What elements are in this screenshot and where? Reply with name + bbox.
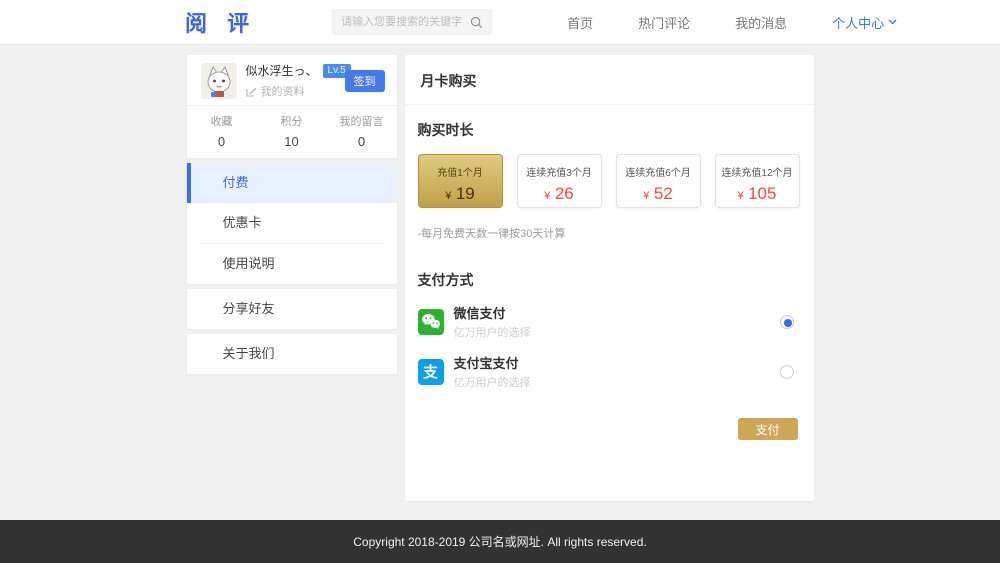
profile-stats: 收藏 0 积分 10 我的留言 0 xyxy=(187,105,397,158)
currency-symbol: ¥ xyxy=(445,190,451,202)
plan-name: 连续充值3个月 xyxy=(518,164,601,179)
duration-section-title: 购买时长 xyxy=(418,120,801,140)
content-area: 似水浮生っ、 Lv.5 我的资料 签到 xyxy=(0,45,1000,501)
sidebar-item-instructions[interactable]: 使用说明 xyxy=(187,244,397,284)
footer: Copyright 2018-2019 公司名或网址. All rights r… xyxy=(0,520,1000,563)
plan-3-months[interactable]: 连续充值3个月 ¥ 26 xyxy=(517,154,602,208)
stat-points[interactable]: 积分 10 xyxy=(257,113,327,149)
payment-section-title: 支付方式 xyxy=(418,270,801,290)
plan-1-month[interactable]: 充值1个月 ¥ 19 xyxy=(418,154,503,208)
stat-value: 0 xyxy=(327,134,397,149)
price-value: 105 xyxy=(748,184,776,203)
plan-name: 连续充值6个月 xyxy=(617,164,700,179)
plan-name: 连续充值12个月 xyxy=(716,164,799,179)
nav-item-personal-center[interactable]: 个人中心 xyxy=(832,13,897,32)
alipay-glyph: 支 xyxy=(423,361,438,382)
alipay-icon: 支 xyxy=(418,359,444,385)
search-box[interactable] xyxy=(332,9,492,35)
stat-value: 0 xyxy=(187,134,257,149)
price-value: 52 xyxy=(654,184,673,203)
plan-price: ¥ 19 xyxy=(419,184,502,204)
sidebar-item-payment[interactable]: 付费 xyxy=(187,163,397,203)
plan-price: ¥ 52 xyxy=(617,184,700,204)
stat-label: 我的留言 xyxy=(327,113,397,129)
sidebar-item-share-friends[interactable]: 分享好友 xyxy=(187,289,397,329)
wechat-radio[interactable] xyxy=(780,315,794,329)
checkin-button[interactable]: 签到 xyxy=(345,70,385,92)
plan-name: 充值1个月 xyxy=(419,164,502,179)
sidebar-menu: 付费 优惠卡 使用说明 xyxy=(187,163,397,284)
payment-method-desc: 亿万用户的选择 xyxy=(454,324,780,340)
payment-method-wechat[interactable]: 微信支付 亿万用户的选择 xyxy=(418,303,801,340)
payment-method-alipay[interactable]: 支 支付宝支付 亿万用户的选择 xyxy=(418,353,801,390)
my-profile-link[interactable]: 我的资料 xyxy=(246,83,345,99)
header: 阅 评 首页 热门评论 我的消息 个人中心 xyxy=(0,0,1000,45)
currency-symbol: ¥ xyxy=(738,190,744,202)
stat-label: 积分 xyxy=(257,113,327,129)
sidebar-item-coupon-card[interactable]: 优惠卡 xyxy=(187,203,397,243)
about-us-card: 关于我们 xyxy=(187,334,397,374)
wechat-icon xyxy=(418,309,444,335)
username: 似水浮生っ、 xyxy=(246,62,318,79)
payment-method-name: 支付宝支付 xyxy=(454,353,780,372)
search-input[interactable] xyxy=(341,16,470,28)
page: 阅 评 首页 热门评论 我的消息 个人中心 xyxy=(0,0,1000,563)
currency-symbol: ¥ xyxy=(643,190,649,202)
chevron-down-icon xyxy=(888,19,897,25)
site-logo[interactable]: 阅 评 xyxy=(185,6,256,38)
alipay-radio[interactable] xyxy=(780,365,794,379)
nav-item-home[interactable]: 首页 xyxy=(567,13,593,32)
monthly-card-panel: 月卡购买 购买时长 充值1个月 ¥ 19 连续充值3个月 xyxy=(405,55,814,501)
price-value: 26 xyxy=(555,184,574,203)
sidebar: 似水浮生っ、 Lv.5 我的资料 签到 xyxy=(187,55,397,501)
nav-item-label: 个人中心 xyxy=(832,13,884,32)
copyright-text: Copyright 2018-2019 公司名或网址. All rights r… xyxy=(353,533,646,550)
billing-note: -每月免费天数一律按30天计算 xyxy=(418,225,801,241)
price-value: 19 xyxy=(456,184,475,203)
avatar[interactable] xyxy=(201,63,237,99)
main-nav: 首页 热门评论 我的消息 个人中心 xyxy=(522,13,897,32)
share-friends-card: 分享好友 xyxy=(187,289,397,329)
payment-method-desc: 亿万用户的选择 xyxy=(454,374,780,390)
stat-value: 10 xyxy=(257,134,327,149)
stat-my-comments[interactable]: 我的留言 0 xyxy=(327,113,397,149)
pay-button[interactable]: 支付 xyxy=(738,418,798,440)
nav-item-label: 我的消息 xyxy=(735,13,787,32)
plan-12-months[interactable]: 连续充值12个月 ¥ 105 xyxy=(715,154,800,208)
profile-card: 似水浮生っ、 Lv.5 我的资料 签到 xyxy=(187,55,397,158)
plan-price: ¥ 26 xyxy=(518,184,601,204)
plan-6-months[interactable]: 连续充值6个月 ¥ 52 xyxy=(616,154,701,208)
page-title: 月卡购买 xyxy=(405,55,814,105)
plan-list: 充值1个月 ¥ 19 连续充值3个月 ¥ 26 xyxy=(418,154,801,208)
stat-label: 收藏 xyxy=(187,113,257,129)
sidebar-item-about-us[interactable]: 关于我们 xyxy=(187,334,397,374)
nav-item-hot-comments[interactable]: 热门评论 xyxy=(638,13,690,32)
plan-price: ¥ 105 xyxy=(716,184,799,204)
currency-symbol: ¥ xyxy=(544,190,550,202)
stat-favorites[interactable]: 收藏 0 xyxy=(187,113,257,149)
nav-item-label: 热门评论 xyxy=(638,13,690,32)
nav-item-my-messages[interactable]: 我的消息 xyxy=(735,13,787,32)
edit-icon xyxy=(246,86,257,97)
my-profile-label: 我的资料 xyxy=(261,83,305,99)
nav-item-label: 首页 xyxy=(567,13,593,32)
payment-method-name: 微信支付 xyxy=(454,303,780,322)
search-icon[interactable] xyxy=(470,16,483,29)
